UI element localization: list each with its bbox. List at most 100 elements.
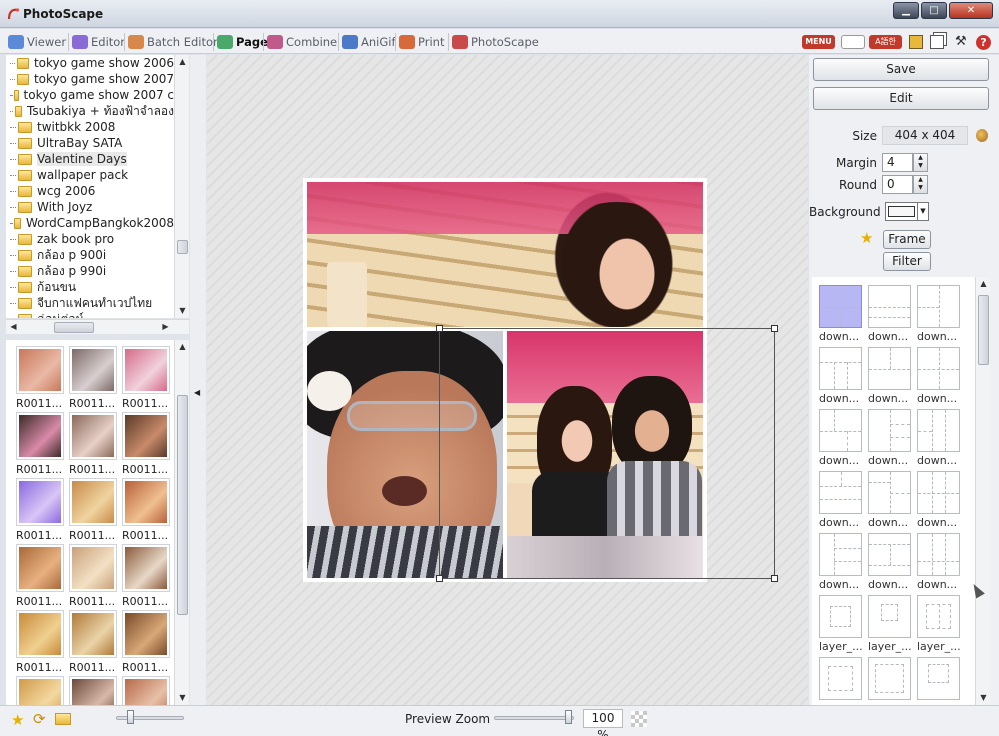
folder-item[interactable]: WordCampBangkok2008 xyxy=(6,215,174,231)
margin-input[interactable]: 4 xyxy=(882,153,913,172)
folder-item[interactable]: tokyo game show 2007 xyxy=(6,71,174,87)
close-button[interactable]: ✕ xyxy=(949,2,993,19)
photo-selection-box[interactable] xyxy=(436,325,778,582)
layout-template[interactable]: down... xyxy=(819,409,865,467)
blank-toggle-button[interactable] xyxy=(841,35,865,49)
layout-template[interactable] xyxy=(819,657,865,702)
frame-button[interactable]: Frame xyxy=(883,230,931,249)
resize-handle-sw[interactable] xyxy=(436,575,443,582)
layout-template[interactable]: down... xyxy=(819,533,865,591)
folder-item[interactable]: Valentine Days xyxy=(6,151,174,167)
folder-item[interactable]: Tsubakiya + ท้องฟ้าจำลอง xyxy=(6,103,174,119)
resize-handle-se[interactable] xyxy=(771,575,778,582)
language-button[interactable]: A語한 xyxy=(869,35,902,49)
filter-button[interactable]: Filter xyxy=(883,252,931,271)
photo-thumbnail[interactable]: R0011... xyxy=(16,478,64,542)
favorite-star-icon[interactable]: ★ xyxy=(860,231,873,246)
photo-thumbnail[interactable]: R0011... xyxy=(69,610,117,674)
photo-thumbnail[interactable]: R0011... xyxy=(122,478,170,542)
film-icon[interactable] xyxy=(909,35,923,49)
tab-photoscape[interactable]: PhotoScape xyxy=(452,32,539,52)
star-icon[interactable]: ★ xyxy=(11,711,24,729)
layout-template[interactable]: down... xyxy=(917,347,963,405)
photo-thumbnail[interactable]: R0011... xyxy=(69,544,117,608)
menu-button[interactable]: MENU xyxy=(802,35,835,49)
tools-icon[interactable]: ⚒ xyxy=(955,35,967,49)
layout-template[interactable] xyxy=(868,657,914,702)
folder-item[interactable]: With Joyz xyxy=(6,199,174,215)
layout-template[interactable]: down... xyxy=(917,533,963,591)
photo-thumbnail[interactable]: R0011... xyxy=(122,412,170,476)
resize-handle-nw[interactable] xyxy=(436,325,443,332)
photo-thumbnail[interactable]: R0011... xyxy=(16,544,64,608)
layout-template[interactable]: down... xyxy=(868,533,914,591)
photo-thumbnail[interactable]: R0011... xyxy=(122,346,170,410)
tab-viewer[interactable]: Viewer xyxy=(8,32,66,52)
layout-template[interactable]: down... xyxy=(917,471,963,529)
layout-template[interactable] xyxy=(917,657,963,702)
transparency-checker-icon[interactable] xyxy=(631,711,647,727)
margin-stepper[interactable]: ▲ ▼ xyxy=(913,153,928,172)
tab-combine[interactable]: Combine xyxy=(267,32,337,52)
photo-thumbnail[interactable]: R0011... xyxy=(69,676,117,705)
layout-template[interactable]: layer_... xyxy=(917,595,963,653)
help-icon[interactable]: ? xyxy=(976,35,991,50)
template-scrollbar[interactable]: ▲ ▼ xyxy=(975,277,990,705)
photo-cell-top[interactable] xyxy=(307,182,703,327)
photo-thumbnail[interactable]: R0011... xyxy=(69,478,117,542)
photo-thumbnail[interactable]: R0011... xyxy=(122,676,170,705)
photo-thumbnail[interactable]: R0011... xyxy=(16,676,64,705)
maximize-button[interactable]: □ xyxy=(921,2,947,19)
round-input[interactable]: 0 xyxy=(882,175,913,194)
layout-template[interactable]: layer_... xyxy=(868,595,914,653)
tab-page[interactable]: Page xyxy=(217,32,268,52)
folder-tree-scrollbar[interactable]: ▲ ▼ xyxy=(174,55,189,318)
size-lock-icon[interactable] xyxy=(976,129,988,142)
save-button[interactable]: Save xyxy=(813,58,989,81)
page-canvas[interactable] xyxy=(207,55,808,705)
folder-tree-hscrollbar[interactable]: ◀ ▶ xyxy=(6,319,189,334)
tab-print[interactable]: Print xyxy=(399,32,444,52)
folder-item[interactable]: กล้อง p 990i xyxy=(6,263,174,279)
photo-thumbnail[interactable]: R0011... xyxy=(69,412,117,476)
collapse-panel-arrow-icon[interactable]: ◀ xyxy=(194,388,200,397)
open-folder-icon[interactable] xyxy=(55,713,71,725)
folder-item[interactable]: tokyo game show 2006 xyxy=(6,55,174,71)
minimize-button[interactable]: ▁ xyxy=(893,2,919,19)
photo-thumbnail[interactable]: R0011... xyxy=(16,346,64,410)
thumbnail-scrollbar[interactable]: ▲ ▼ xyxy=(174,340,189,705)
panel-splitter[interactable] xyxy=(190,55,206,705)
photo-thumbnail[interactable]: R0011... xyxy=(122,610,170,674)
folder-item[interactable]: twitbkk 2008 xyxy=(6,119,174,135)
layout-template[interactable]: down... xyxy=(868,347,914,405)
layout-template[interactable]: down... xyxy=(819,347,865,405)
folder-item[interactable]: จีบกาแฟคนทำเวปไทย xyxy=(6,295,174,311)
tab-anigif[interactable]: AniGif xyxy=(342,32,396,52)
photo-thumbnail[interactable]: R0011... xyxy=(16,610,64,674)
round-stepper[interactable]: ▲ ▼ xyxy=(913,175,928,194)
tab-batch-editor[interactable]: Batch Editor xyxy=(128,32,218,52)
layout-template[interactable]: down... xyxy=(917,285,963,343)
layout-template[interactable]: down... xyxy=(819,285,865,343)
folder-item[interactable]: wcg 2006 xyxy=(6,183,174,199)
layout-template[interactable]: down... xyxy=(868,285,914,343)
folder-item[interactable]: wallpaper pack xyxy=(6,167,174,183)
layout-template[interactable]: down... xyxy=(917,409,963,467)
thumbnail-size-slider-knob[interactable] xyxy=(127,710,134,724)
tab-editor[interactable]: Editor xyxy=(72,32,125,52)
photo-thumbnail[interactable]: R0011... xyxy=(16,412,64,476)
photo-thumbnail[interactable]: R0011... xyxy=(122,544,170,608)
preview-zoom-slider[interactable] xyxy=(494,716,574,720)
resize-handle-ne[interactable] xyxy=(771,325,778,332)
copy-icon[interactable] xyxy=(930,35,944,49)
preview-zoom-slider-knob[interactable] xyxy=(565,710,572,724)
background-color-picker[interactable]: ▼ xyxy=(885,202,929,221)
folder-item[interactable]: UltraBay SATA xyxy=(6,135,174,151)
edit-button[interactable]: Edit xyxy=(813,87,989,110)
layout-template[interactable]: layer_... xyxy=(819,595,865,653)
layout-template[interactable]: down... xyxy=(868,409,914,467)
refresh-icon[interactable]: ⟳ xyxy=(33,710,46,728)
layout-template[interactable]: down... xyxy=(819,471,865,529)
photo-thumbnail[interactable]: R0011... xyxy=(69,346,117,410)
layout-template[interactable]: down... xyxy=(868,471,914,529)
